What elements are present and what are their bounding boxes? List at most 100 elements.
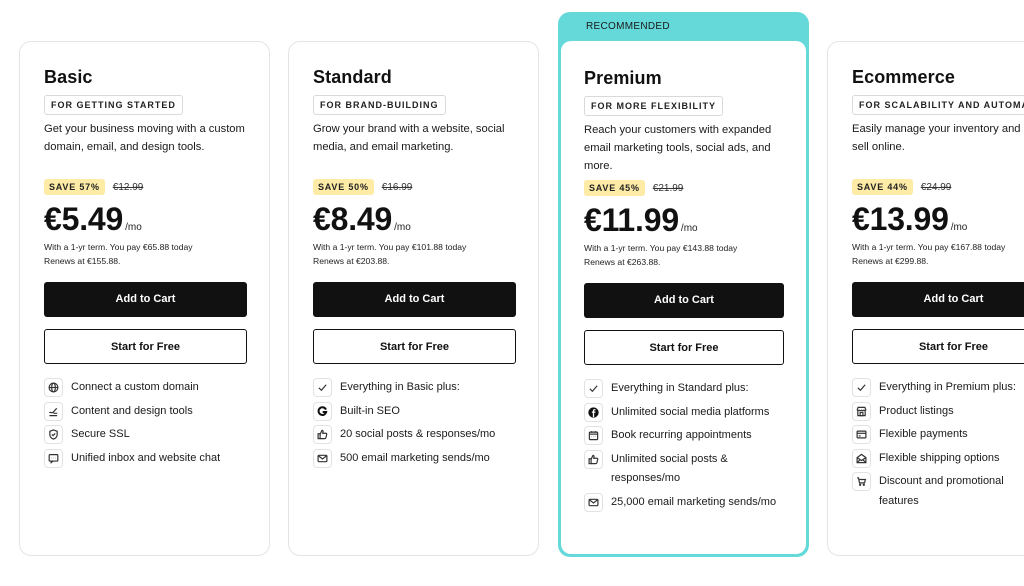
plan-tag: FOR GETTING STARTED <box>44 95 183 115</box>
feature-text: Unlimited social media platforms <box>611 405 770 418</box>
save-badge: SAVE 50% <box>313 179 374 195</box>
price: €5.49 <box>44 201 124 237</box>
feature-item: Everything in Basic plus: <box>313 378 516 402</box>
thumbs-up-icon <box>313 425 332 444</box>
feature-text: Flexible payments <box>879 428 968 440</box>
feature-text: 500 email marketing sends/mo <box>340 451 490 464</box>
plan-name: Standard <box>313 67 392 87</box>
pen-icon <box>44 401 63 421</box>
feature-item: Flexible payments <box>852 425 1024 449</box>
price-period: /mo <box>125 222 142 233</box>
feature-list: Everything in Premium plus: Product list… <box>852 378 1024 515</box>
plan-description: Easily manage your inventory and sell on… <box>852 120 1024 174</box>
calendar-icon <box>584 426 603 445</box>
feature-text: 20 social posts & responses/mo <box>340 428 496 440</box>
price-period: /mo <box>950 222 968 233</box>
feature-text: Unified inbox and website chat <box>71 451 221 464</box>
feature-text: Built-in SEO <box>340 404 400 417</box>
plan-name: Basic <box>44 67 93 87</box>
renewal-line: Renews at €299.88. <box>852 256 929 266</box>
feature-item: Flexible shipping options <box>852 448 1024 473</box>
add-to-cart-button[interactable]: Add to Cart <box>313 282 516 317</box>
plan-description: Grow your brand with a website, social m… <box>313 123 505 153</box>
price: €13.99 <box>852 201 949 237</box>
add-to-cart-button[interactable]: Add to Cart <box>852 282 1024 317</box>
feature-text: Everything in Basic plus: <box>340 381 460 393</box>
check-icon <box>313 378 332 397</box>
term-info: With a 1-yr term. You pay €101.88 today … <box>313 240 516 268</box>
feature-item: Connect a custom domain <box>44 378 247 402</box>
renewal-line: Renews at €203.88. <box>313 256 390 266</box>
plan-name: Ecommerce <box>852 67 955 87</box>
storefront-icon <box>852 401 871 421</box>
feature-item: Unlimited social media platforms <box>584 402 784 427</box>
save-badge: SAVE 45% <box>584 180 645 196</box>
open-envelope-icon <box>852 448 871 468</box>
feature-text: Product listings <box>879 404 954 417</box>
mail-icon <box>313 448 332 468</box>
start-for-free-button[interactable]: Start for Free <box>44 329 247 364</box>
feature-item: Everything in Standard plus: <box>584 379 784 403</box>
add-to-cart-button[interactable]: Add to Cart <box>44 282 247 317</box>
start-for-free-button[interactable]: Start for Free <box>313 329 516 364</box>
term-info: With a 1-yr term. You pay €167.88 today … <box>852 240 1024 268</box>
term-line: With a 1-yr term. You pay €167.88 today <box>852 242 1006 252</box>
term-info: With a 1-yr term. You pay €65.88 today R… <box>44 240 247 268</box>
plan-tag: FOR MORE FLEXIBILITY <box>584 96 723 116</box>
old-price: €24.99 <box>920 181 952 193</box>
plan-description: Get your business moving with a custom d… <box>44 123 245 153</box>
feature-text: Flexible shipping options <box>879 451 1000 464</box>
plan-card-premium: RECOMMENDED Premium FOR MORE FLEXIBILITY… <box>558 12 809 557</box>
thumbs-up-icon <box>584 449 603 469</box>
save-badge: SAVE 57% <box>44 179 105 195</box>
feature-item: Book recurring appointments <box>584 426 784 450</box>
plan-tag: FOR BRAND-BUILDING <box>313 95 446 115</box>
add-to-cart-button[interactable]: Add to Cart <box>584 283 784 318</box>
credit-card-icon <box>852 425 871 444</box>
recommended-badge: RECOMMENDED <box>586 21 670 32</box>
google-icon <box>313 401 332 421</box>
save-badge: SAVE 44% <box>852 179 913 195</box>
feature-item: Product listings <box>852 401 1024 426</box>
term-info: With a 1-yr term. You pay €143.88 today … <box>584 241 784 269</box>
feature-text: Connect a custom domain <box>71 381 199 393</box>
price-period: /mo <box>680 223 698 234</box>
feature-item: Unified inbox and website chat <box>44 448 247 473</box>
old-price: €16.99 <box>381 181 413 193</box>
feature-text: Discount and promotional features <box>879 475 1004 507</box>
check-icon <box>852 378 871 397</box>
renewal-line: Renews at €263.88. <box>584 257 661 267</box>
feature-item: Discount and promotional features <box>852 472 1024 515</box>
feature-text: Unlimited social posts & responses/mo <box>611 452 728 485</box>
plan-card-standard: Standard FOR BRAND-BUILDING Grow your br… <box>288 41 539 556</box>
feature-item: 500 email marketing sends/mo <box>313 448 516 473</box>
start-for-free-button[interactable]: Start for Free <box>584 330 784 365</box>
feature-item: Everything in Premium plus: <box>852 378 1024 402</box>
plan-description-text: Easily manage your inventory and sell on… <box>852 123 1021 153</box>
check-icon <box>584 379 603 398</box>
old-price: €12.99 <box>112 181 144 193</box>
plan-tag: FOR SCALABILITY AND AUTOMATION <box>852 95 1024 115</box>
cart-icon <box>852 472 871 491</box>
plan-card-basic: Basic FOR GETTING STARTED Get your busin… <box>19 41 270 556</box>
chat-icon <box>44 448 63 468</box>
feature-text: Everything in Standard plus: <box>611 382 749 394</box>
old-price: €21.99 <box>652 182 684 194</box>
plan-card-ecommerce: Ecommerce FOR SCALABILITY AND AUTOMATION… <box>827 41 1024 556</box>
feature-item: Content and design tools <box>44 401 247 426</box>
plan-description: Reach your customers with expanded email… <box>584 124 772 172</box>
feature-list: Everything in Standard plus: Unlimited s… <box>584 379 784 516</box>
shield-icon <box>44 425 63 444</box>
feature-list: Connect a custom domain Content and desi… <box>44 378 247 472</box>
feature-item: Built-in SEO <box>313 401 516 426</box>
term-line: With a 1-yr term. You pay €101.88 today <box>313 242 467 252</box>
feature-text: Secure SSL <box>71 428 130 440</box>
feature-list: Everything in Basic plus: Built-in SEO 2… <box>313 378 516 472</box>
facebook-icon <box>584 402 603 422</box>
plan-name: Premium <box>584 68 662 88</box>
feature-text: 25,000 email marketing sends/mo <box>611 495 777 508</box>
feature-item: 25,000 email marketing sends/mo <box>584 492 784 517</box>
start-for-free-button[interactable]: Start for Free <box>852 329 1024 364</box>
feature-text: Book recurring appointments <box>611 429 752 441</box>
feature-item: Unlimited social posts & responses/mo <box>584 449 784 493</box>
